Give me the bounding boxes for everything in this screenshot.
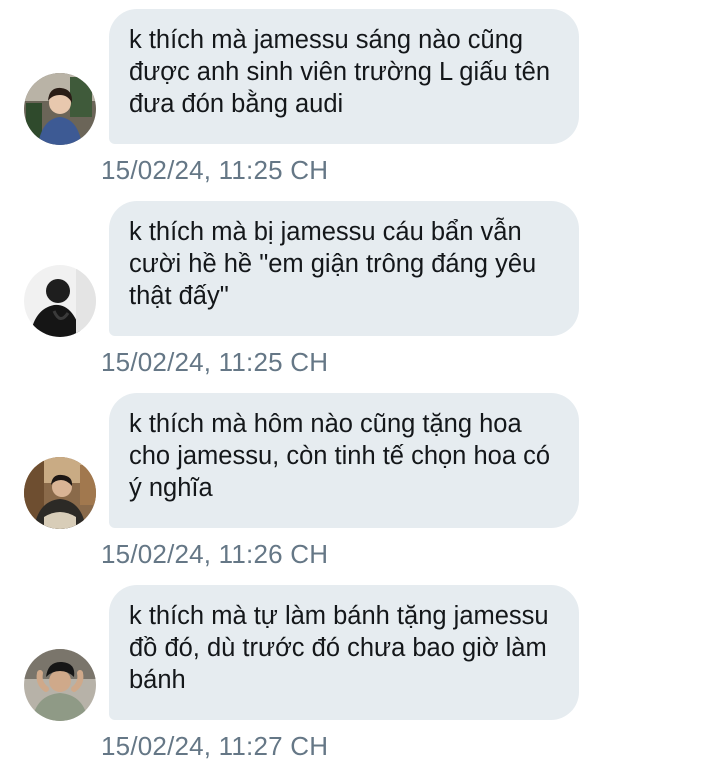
message-timestamp: 15/02/24, 11:26 CH [101,539,329,569]
avatar[interactable] [24,73,96,145]
user-photo-icon [24,265,96,337]
user-photo-icon [24,649,96,721]
avatar[interactable] [24,265,96,337]
avatar[interactable] [24,457,96,529]
message-timestamp: 15/02/24, 11:25 CH [101,155,329,185]
user-photo-icon [24,457,96,529]
message-bubble[interactable]: k thích mà bị jamessu cáu bẩn vẫn cười h… [109,201,579,336]
message-timestamp: 15/02/24, 11:27 CH [101,731,329,761]
avatar[interactable] [24,649,96,721]
message-timestamp: 15/02/24, 11:25 CH [101,347,329,377]
message-bubble[interactable]: k thích mà tự làm bánh tặng jamessu đồ đ… [109,585,579,720]
message-thread: k thích mà jamessu sáng nào cũng được an… [0,0,720,762]
user-photo-icon [24,73,96,145]
message-bubble[interactable]: k thích mà jamessu sáng nào cũng được an… [109,9,579,144]
message-bubble[interactable]: k thích mà hôm nào cũng tặng hoa cho jam… [109,393,579,528]
